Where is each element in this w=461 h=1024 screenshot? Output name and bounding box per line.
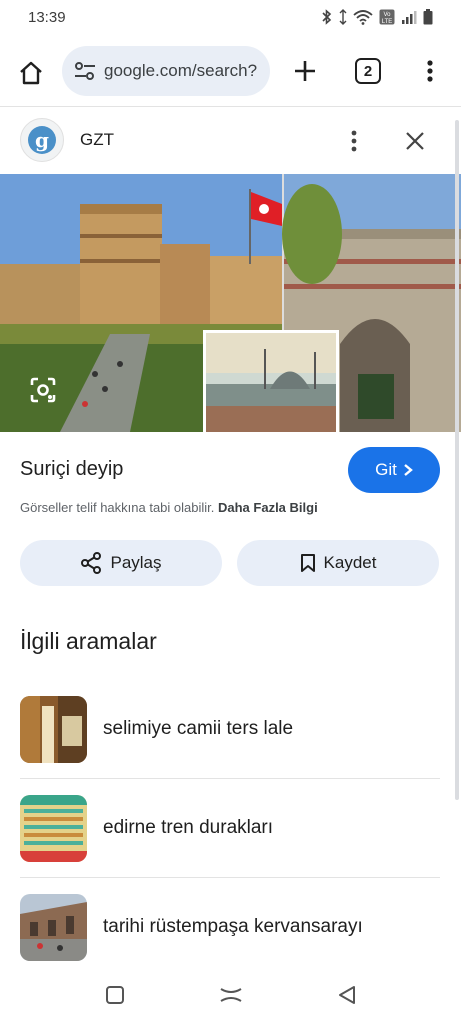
source-avatar[interactable]: g [20, 118, 64, 162]
url-text: google.com/search? [104, 61, 258, 80]
share-label: Paylaş [110, 553, 162, 572]
bluetooth-icon [322, 9, 332, 25]
more-vert-icon [351, 130, 357, 152]
data-arrows-icon [339, 9, 347, 25]
source-header: g GZT [0, 116, 461, 166]
home-nav-icon [220, 988, 242, 1002]
related-thumbnail [20, 794, 87, 862]
status-bar: 13:39 Vo LTE [0, 0, 461, 34]
wifi-icon [353, 10, 373, 25]
source-name[interactable]: GZT [80, 130, 114, 150]
system-nav-bar [0, 970, 461, 1024]
related-heading: İlgili aramalar [20, 628, 157, 654]
result-title: Suriçi deyip [20, 458, 124, 480]
battery-icon [423, 9, 433, 25]
square-nav-icon [106, 986, 124, 1004]
share-icon [81, 552, 102, 574]
recents-nav-button[interactable] [100, 980, 130, 1010]
share-button[interactable]: Paylaş [20, 540, 222, 586]
new-tab-button[interactable] [290, 56, 320, 86]
related-item[interactable]: edirne tren durakları [20, 779, 440, 877]
related-label: selimiye camii ters lale [103, 718, 294, 739]
related-label: edirne tren durakları [103, 817, 274, 838]
chevron-right-icon [404, 464, 413, 476]
more-vert-icon [427, 60, 433, 82]
copyright-text: Görseller telif hakkına tabi olabilir. [20, 500, 215, 515]
home-nav-button[interactable] [216, 980, 246, 1010]
status-time: 13:39 [28, 8, 66, 26]
back-nav-button[interactable] [332, 980, 362, 1010]
close-button[interactable] [402, 128, 428, 154]
plus-icon [295, 61, 315, 81]
related-thumbnail [20, 695, 87, 763]
signal-icon [402, 11, 417, 24]
save-label: Kaydet [323, 553, 377, 572]
status-icons: Vo LTE [321, 9, 433, 25]
home-icon [20, 61, 42, 85]
save-button[interactable]: Kaydet [237, 540, 439, 586]
bookmark-icon [300, 554, 315, 572]
tune-icon[interactable] [74, 59, 98, 83]
lens-button[interactable] [22, 372, 64, 408]
related-item[interactable]: selimiye camii ters lale [20, 680, 440, 778]
visit-button-label: Git [375, 460, 397, 479]
browser-toolbar: google.com/search? 2 [0, 44, 461, 100]
copyright-notice: Görseller telif hakkına tabi olabilir. D… [20, 500, 318, 515]
svg-text:LTE: LTE [382, 19, 393, 25]
back-nav-icon [339, 986, 355, 1004]
learn-more-link[interactable]: Daha Fazla Bilgi [218, 500, 318, 515]
image-preview[interactable] [0, 174, 461, 432]
visit-button[interactable]: Git [348, 447, 440, 493]
related-thumbnail [20, 893, 87, 961]
source-more-button[interactable] [344, 126, 364, 156]
image-painting [203, 330, 339, 432]
source-logo: g [28, 126, 56, 154]
volte-icon: VoLTE [379, 9, 395, 25]
related-label: tarihi rüstempaşa kervansarayı [103, 916, 363, 937]
home-button[interactable] [14, 56, 48, 90]
browser-menu-button[interactable] [418, 56, 442, 86]
related-item[interactable]: tarihi rüstempaşa kervansarayı [20, 878, 440, 976]
close-icon [406, 132, 424, 150]
address-bar[interactable]: google.com/search? [62, 46, 270, 96]
lens-icon [30, 377, 56, 403]
scrollbar[interactable] [455, 120, 459, 800]
tab-switcher-button[interactable]: 2 [355, 58, 381, 84]
svg-text:Vo: Vo [383, 12, 391, 18]
toolbar-divider [0, 106, 461, 107]
